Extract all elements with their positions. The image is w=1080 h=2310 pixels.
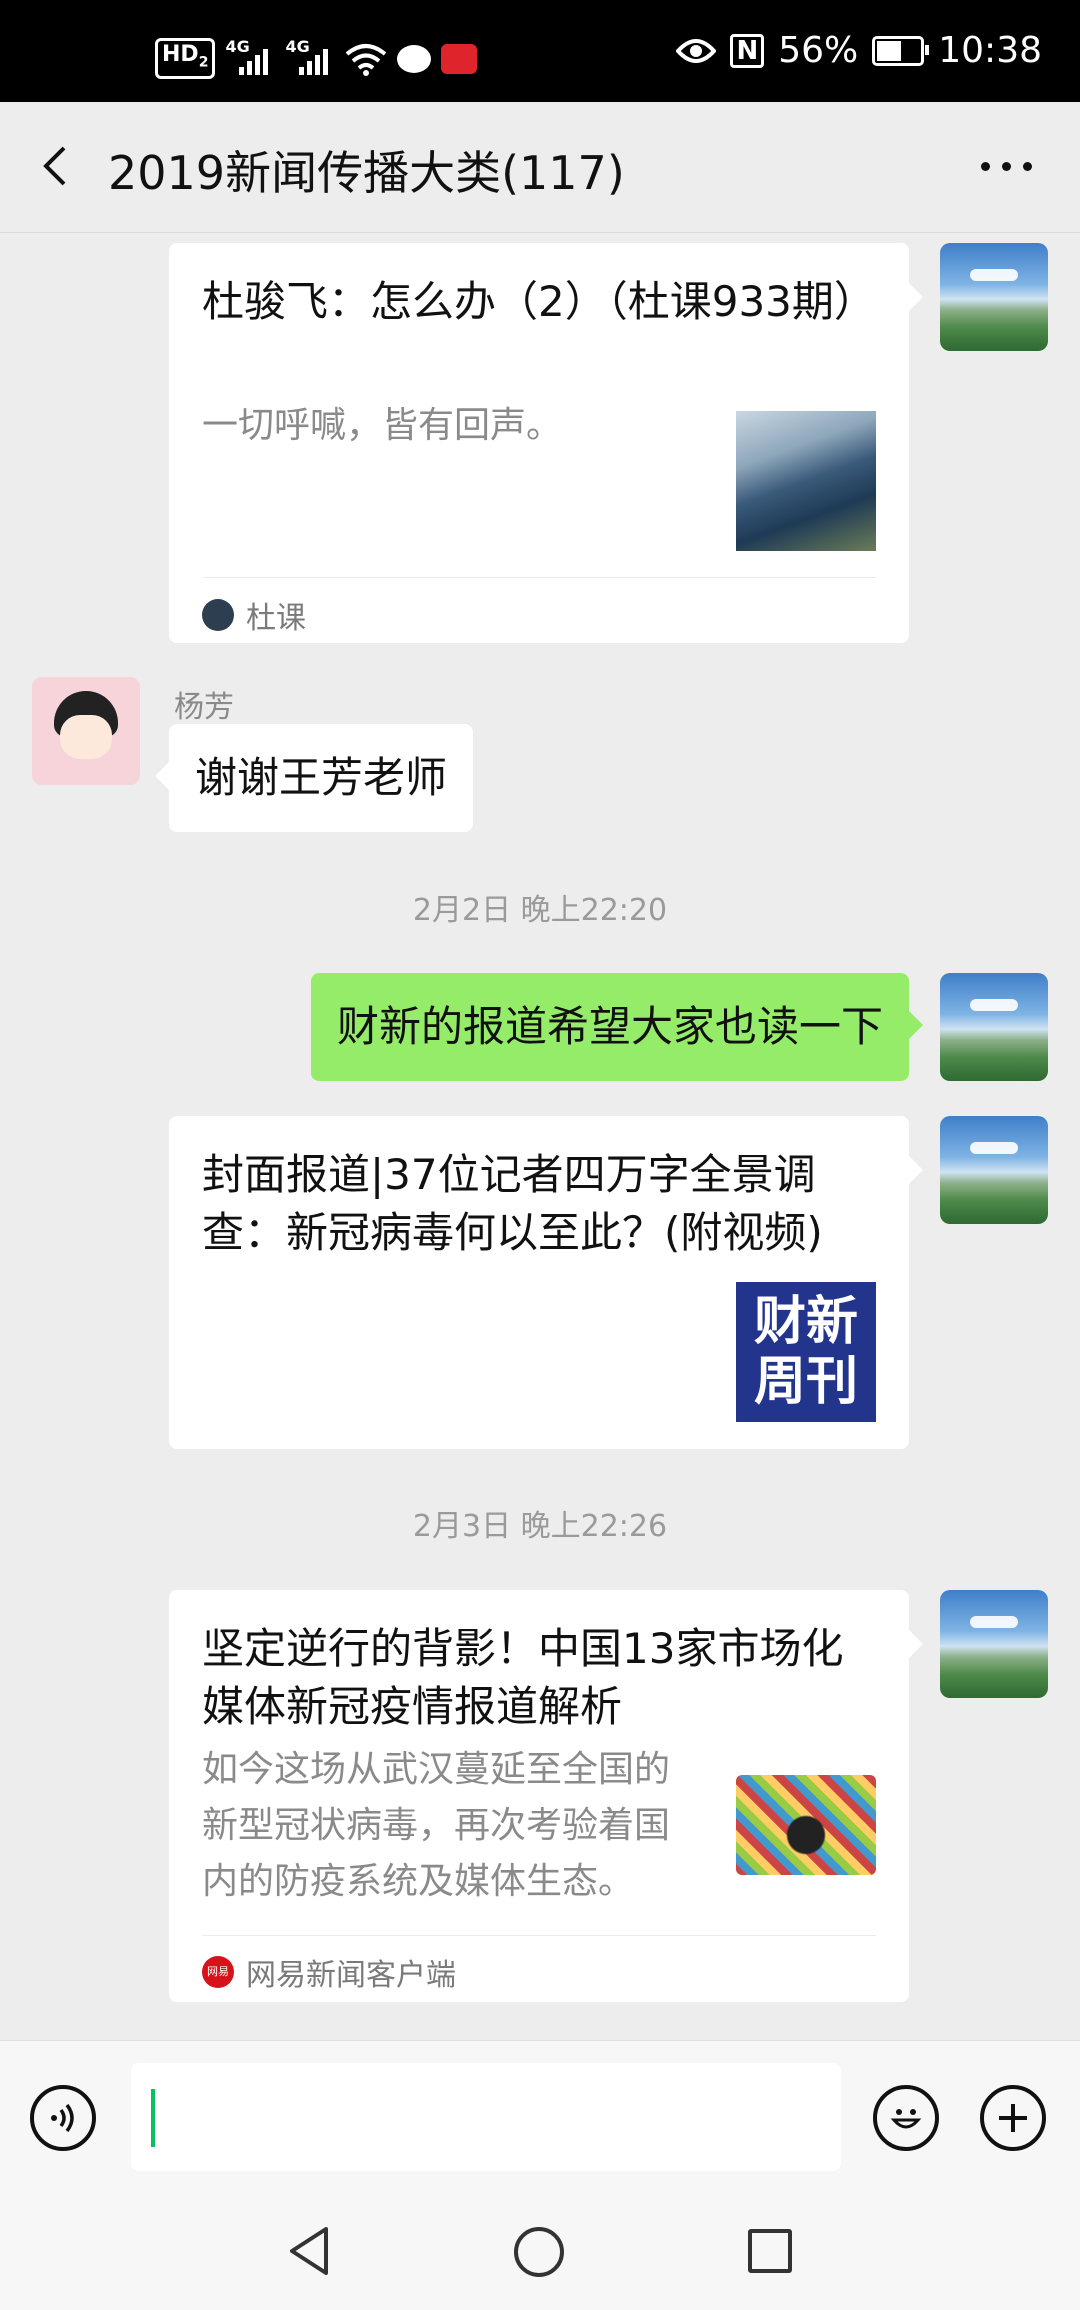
chat-header: 2019新闻传播大类(117) [0, 102, 1080, 233]
status-left-icons: HD2 4G 4G [155, 37, 478, 80]
emoji-button[interactable] [873, 2085, 939, 2151]
article-source: 网易 网易新闻客户端 [202, 1950, 456, 1994]
message-input[interactable] [131, 2063, 841, 2171]
article-card-dujunfei[interactable]: 杜骏飞：怎么办（2）（杜课933期） 一切呼喊，皆有回声。 杜课 [169, 243, 923, 643]
dot-icon [1002, 162, 1011, 171]
input-bar [0, 2040, 1080, 2196]
chat-title: 2019新闻传播大类(117) [108, 146, 625, 200]
article-source-name: 网易新闻客户端 [246, 1958, 456, 1993]
timestamp: 2月3日 晚上22:26 [412, 1509, 668, 1544]
wifi-icon [346, 43, 387, 76]
self-avatar[interactable] [940, 243, 1048, 351]
dot-icon [981, 162, 990, 171]
caixin-weekly-logo: 财新 周刊 [736, 1282, 876, 1422]
nfc-icon: N [730, 33, 765, 68]
nav-recent-apps-icon[interactable] [748, 2229, 792, 2273]
voice-input-button[interactable] [30, 2085, 96, 2151]
self-avatar[interactable] [940, 1116, 1048, 1224]
article-card-caixin[interactable]: 封面报道|37位记者四万字全景调查：新冠病毒何以至此？(附视频) 财新 周刊 [169, 1116, 923, 1449]
text-caret [151, 2089, 155, 2147]
dukefei-avatar-icon [202, 599, 234, 631]
message-bubble[interactable]: 谢谢王芳老师 [154, 724, 474, 832]
eye-icon [676, 38, 717, 63]
voice-icon [51, 2103, 74, 2133]
self-avatar[interactable] [940, 973, 1048, 1081]
self-message-bubble[interactable]: 财新的报道希望大家也读一下 [310, 973, 924, 1081]
article-source-name: 杜课 [246, 601, 306, 636]
more-options-button[interactable] [981, 162, 1032, 171]
plus-icon [999, 2104, 1027, 2132]
self-avatar[interactable] [940, 1590, 1048, 1698]
huawei-app-icon [441, 43, 478, 74]
battery-icon [872, 35, 930, 66]
back-arrow-icon[interactable] [36, 144, 76, 188]
article-title: 坚定逆行的背影！中国13家市场化媒体新冠疫情报道解析 [202, 1624, 844, 1731]
timestamp: 2月2日 晚上22:20 [412, 893, 668, 928]
article-title: 封面报道|37位记者四万字全景调查：新冠病毒何以至此？(附视频) [202, 1150, 823, 1257]
hd-icon: HD2 [155, 38, 216, 80]
yangfang-avatar[interactable] [32, 677, 140, 785]
netease-news-icon: 网易 [202, 1956, 234, 1988]
logo-text-line1: 财新 [753, 1292, 858, 1352]
nav-home-icon[interactable] [514, 2227, 564, 2277]
dot-icon [1023, 162, 1032, 171]
clock: 10:38 [938, 30, 1042, 71]
divider [202, 1935, 876, 1936]
article-description: 一切呼喊，皆有回声。 [202, 405, 563, 446]
article-thumbnail-phone-collage [736, 1775, 876, 1875]
divider [202, 577, 876, 578]
article-card-netease[interactable]: 坚定逆行的背影！中国13家市场化媒体新冠疫情报道解析 如今这场从武汉蔓延至全国的… [169, 1590, 923, 2002]
nav-back-icon[interactable] [286, 2225, 332, 2277]
system-nav-bar [0, 2195, 1080, 2310]
sender-name: 杨芳 [174, 690, 234, 725]
article-description: 如今这场从武汉蔓延至全国的新型冠状病毒，再次考验着国内的防疫系统及媒体生态。 [202, 1749, 671, 1902]
signal-icon-2: 4G [285, 37, 335, 77]
article-title: 杜骏飞：怎么办（2）（杜课933期） [202, 277, 876, 326]
status-right-icons: N 56% 10:38 [676, 30, 1042, 71]
status-bar: HD2 4G 4G N 56% 10:38 [0, 0, 1080, 102]
article-thumbnail-mountain [736, 411, 876, 551]
smiley-icon [890, 2109, 922, 2129]
logo-text-line2: 周刊 [753, 1352, 858, 1412]
article-source: 杜课 [202, 593, 306, 637]
more-functions-button[interactable] [980, 2085, 1046, 2151]
signal-icon: 4G [225, 37, 275, 77]
battery-percent: 56% [778, 30, 859, 71]
message-notification-icon [397, 44, 432, 73]
